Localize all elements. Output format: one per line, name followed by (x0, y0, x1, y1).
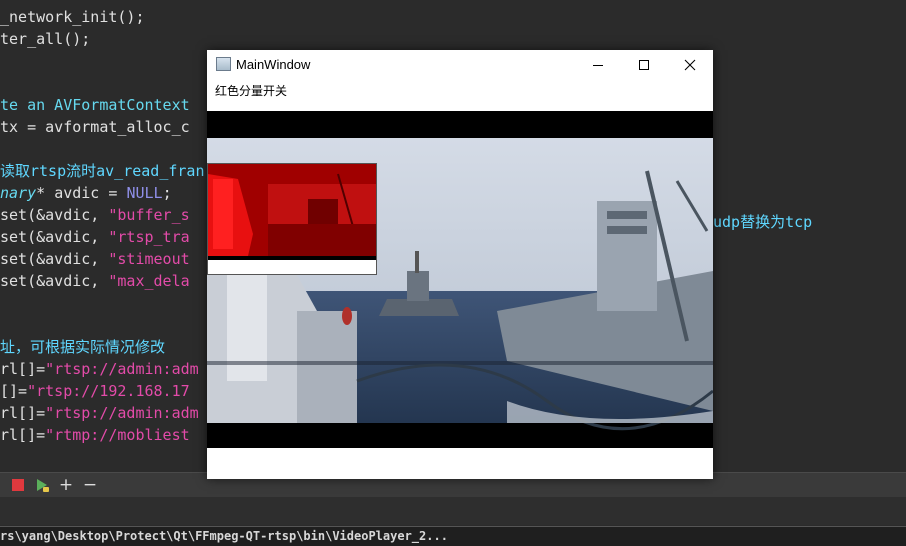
red-channel-preview (207, 163, 377, 275)
code-token: avdic = (54, 184, 127, 202)
code-token: "rtsp://admin:adm (45, 404, 199, 422)
close-icon (684, 59, 696, 71)
run-debug-button[interactable] (33, 476, 51, 494)
code-token: set(&avdic, (0, 206, 109, 224)
code-line: set(&avdic, "rtsp_tra (0, 226, 190, 248)
code-token: set(&avdic, (0, 250, 109, 268)
video-display (207, 111, 713, 448)
menu-bar: 红色分量开关 (207, 80, 713, 102)
code-token: rl[]= (0, 426, 46, 444)
main-window[interactable]: MainWindow 红色分量开关 (207, 50, 713, 479)
code-token: rl[]= (0, 360, 46, 378)
add-button[interactable]: + (57, 475, 75, 495)
stop-button[interactable] (9, 476, 27, 494)
code-token: te an AVFormatContext (0, 96, 190, 114)
code-token: "rtsp://192.168.17 (27, 382, 190, 400)
minimize-icon (593, 65, 603, 66)
code-token: "rtsp://admin:adm (45, 360, 199, 378)
code-token: * (36, 184, 55, 202)
code-token: tx = avformat_alloc_c (0, 118, 190, 136)
code-token: "rtsp_tra (108, 228, 190, 246)
code-line: nary* avdic = NULL; (0, 182, 172, 204)
code-line: set(&avdic, "max_dela (0, 270, 190, 292)
output-panel (0, 497, 906, 525)
code-line: set(&avdic, "buffer_s (0, 204, 190, 226)
code-line: tx = avformat_alloc_c (0, 116, 190, 138)
code-token: 址，可根据实际情况修改 (0, 338, 166, 356)
stop-icon (12, 479, 24, 491)
code-line: set(&avdic, "stimeout (0, 248, 190, 270)
output-path: rs\yang\Desktop\Protect\Qt\FFmpeg-QT-rts… (0, 526, 906, 546)
title-bar[interactable]: MainWindow (207, 50, 713, 80)
code-token: rl[]= (0, 404, 46, 422)
code-side-comment: udp替换为tcp (713, 213, 813, 231)
window-title: MainWindow (236, 57, 311, 72)
run-debug-icon (37, 479, 49, 492)
code-token: "buffer_s (108, 206, 190, 224)
code-token: set(&avdic, (0, 228, 109, 246)
maximize-button[interactable] (621, 50, 667, 80)
code-token: set(&avdic, (0, 272, 109, 290)
code-token: 读取rtsp流时av_read_fran (0, 162, 205, 180)
code-token: NULL (126, 184, 163, 202)
code-line: 读取rtsp流时av_read_fran (0, 160, 205, 182)
app-icon (216, 57, 231, 71)
menu-item-red-channel-toggle[interactable]: 红色分量开关 (215, 80, 287, 102)
code-line: _network_init(); (0, 6, 145, 28)
code-line: rl[]="rtsp://admin:adm (0, 358, 199, 380)
code-line: rl[]="rtmp://mobliest (0, 424, 190, 446)
red-channel-image (208, 164, 376, 274)
code-token: []= (0, 382, 28, 400)
close-button[interactable] (667, 50, 713, 80)
maximize-icon (639, 60, 649, 70)
code-token: ; (162, 184, 172, 202)
code-token: "max_dela (108, 272, 190, 290)
code-token: "stimeout (108, 250, 190, 268)
code-token: _network_init(); (0, 8, 145, 26)
minimize-button[interactable] (575, 50, 621, 80)
code-line: te an AVFormatContext (0, 94, 190, 116)
video-frame-image (207, 111, 713, 448)
code-line: []="rtsp://192.168.17 (0, 380, 190, 402)
code-line: ter_all(); (0, 28, 90, 50)
code-token: nary (0, 184, 37, 202)
code-line: 址，可根据实际情况修改 (0, 336, 165, 358)
code-token: ter_all(); (0, 30, 91, 48)
remove-button[interactable]: − (81, 475, 99, 495)
code-line: rl[]="rtsp://admin:adm (0, 402, 199, 424)
code-token: "rtmp://mobliest (45, 426, 190, 444)
